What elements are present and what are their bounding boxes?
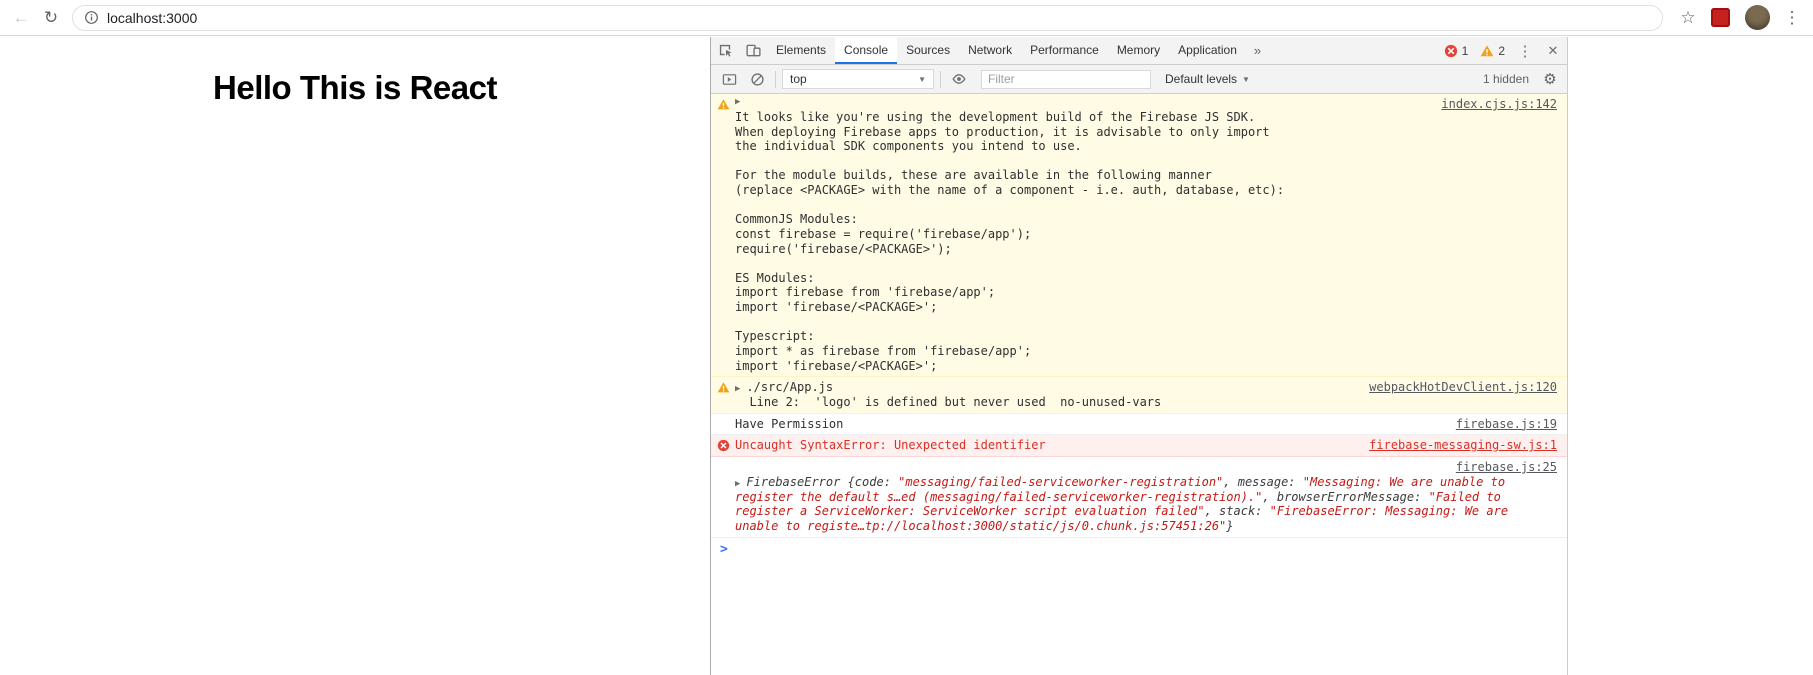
console-settings-gear-icon[interactable]: ⚙ — [1537, 70, 1563, 88]
chevron-down-icon: ▼ — [1242, 74, 1250, 84]
page-viewport: Hello This is React — [0, 37, 710, 675]
bookmark-star-icon[interactable]: ☆ — [1673, 3, 1703, 33]
warning-count-icon — [1480, 44, 1494, 58]
chevron-down-icon: ▼ — [918, 74, 926, 84]
page-title: Hello This is React — [213, 69, 497, 106]
error-count: 1 — [1461, 43, 1469, 58]
source-link[interactable]: firebase.js:19 — [1456, 417, 1557, 432]
tab-elements[interactable]: Elements — [767, 37, 835, 64]
prompt-chevron-icon: > — [720, 541, 728, 557]
page-info-icon[interactable] — [84, 10, 99, 25]
inspect-element-icon[interactable] — [711, 37, 739, 64]
tabbar-spacer — [1269, 37, 1438, 64]
toolbar-divider — [775, 70, 776, 88]
reload-icon[interactable]: ↻ — [36, 3, 66, 33]
source-link[interactable]: webpackHotDevClient.js:120 — [1369, 380, 1557, 395]
tab-performance[interactable]: Performance — [1021, 37, 1108, 64]
console-message-warning: index.cjs.js:142 ▶ It looks like you're us… — [711, 94, 1567, 378]
message-text: Uncaught SyntaxError: Unexpected identif… — [735, 438, 1046, 453]
tab-sources[interactable]: Sources — [897, 37, 959, 64]
warning-icon — [717, 98, 730, 111]
expander-icon[interactable]: ▶ — [735, 97, 1551, 108]
expander-icon[interactable]: ▶ — [735, 479, 740, 489]
log-levels-dropdown[interactable]: Default levels ▼ — [1159, 72, 1256, 86]
context-selector-value: top — [790, 72, 807, 86]
browser-menu-icon[interactable]: ⋮ — [1777, 3, 1807, 33]
error-count-icon — [1444, 44, 1458, 58]
live-expression-eye-icon[interactable] — [945, 71, 973, 87]
console-message-warning: webpackHotDevClient.js:120 ▶ ./src/App.js … — [711, 377, 1567, 414]
message-text: Have Permission — [735, 416, 844, 431]
object-preview: FirebaseError {code: "messaging/failed-s… — [735, 474, 1509, 533]
warning-count: 2 — [1498, 43, 1505, 58]
devtools-tabs: Elements Console Sources Network Performance… — [767, 37, 1246, 64]
error-badge[interactable]: 1 — [1438, 37, 1475, 64]
browser-toolbar: ← ↻ localhost:3000 ☆ ⋮ — [0, 0, 1813, 36]
source-link[interactable]: firebase-messaging-sw.js:1 — [1369, 438, 1557, 453]
hidden-messages-count: 1 hidden — [1482, 72, 1529, 86]
log-levels-label: Default levels — [1165, 72, 1238, 86]
filter-input[interactable] — [981, 69, 1151, 89]
device-toolbar-icon[interactable] — [739, 37, 767, 64]
console-messages: index.cjs.js:142 ▶ It looks like you're us… — [711, 94, 1567, 675]
devtools-tabbar: Elements Console Sources Network Performance… — [711, 37, 1567, 65]
clear-console-icon[interactable] — [743, 72, 771, 87]
url-text: localhost:3000 — [107, 9, 198, 26]
warning-icon — [717, 381, 730, 394]
tab-network[interactable]: Network — [959, 37, 1021, 64]
tab-console[interactable]: Console — [835, 37, 898, 64]
expander-icon[interactable]: ▶ — [735, 384, 740, 394]
message-text: It looks like you're using the developme… — [735, 109, 1285, 373]
source-link[interactable]: index.cjs.js:142 — [1441, 97, 1557, 112]
browser-window: ← ↻ localhost:3000 ☆ ⋮ Hello This is Rea… — [0, 0, 1813, 675]
devtools-menu-icon[interactable]: ⋮ — [1511, 37, 1539, 64]
tab-application[interactable]: Application — [1169, 37, 1246, 64]
error-icon — [717, 439, 730, 452]
console-toolbar: top ▼ Default levels ▼ 1 hidden ⚙ — [711, 65, 1567, 94]
message-text: ./src/App.js Line 2: 'logo' is defined b… — [746, 380, 1162, 410]
console-message-log: firebase.js:19 Have Permission — [711, 414, 1567, 436]
warning-badge[interactable]: 2 — [1474, 37, 1511, 64]
console-sidebar-icon[interactable] — [715, 72, 743, 87]
devtools-close-icon[interactable]: ✕ — [1539, 37, 1567, 64]
tab-memory[interactable]: Memory — [1108, 37, 1169, 64]
console-prompt[interactable]: > — [711, 538, 1567, 562]
context-selector[interactable]: top ▼ — [782, 69, 934, 89]
avatar[interactable] — [1745, 5, 1770, 30]
more-tabs-icon[interactable]: » — [1246, 37, 1269, 64]
back-icon[interactable]: ← — [6, 3, 36, 33]
url-bar[interactable]: localhost:3000 — [72, 4, 1663, 31]
extension-icon[interactable] — [1711, 8, 1730, 27]
source-link[interactable]: firebase.js:25 — [1456, 460, 1557, 474]
devtools-panel: Elements Console Sources Network Performance… — [710, 37, 1568, 675]
toolbar-divider — [940, 70, 941, 88]
console-message-log-object: firebase.js:25 ▶ FirebaseError {code: "mes… — [711, 457, 1567, 538]
console-message-error: firebase-messaging-sw.js:1 Uncaught Synta… — [711, 435, 1567, 458]
